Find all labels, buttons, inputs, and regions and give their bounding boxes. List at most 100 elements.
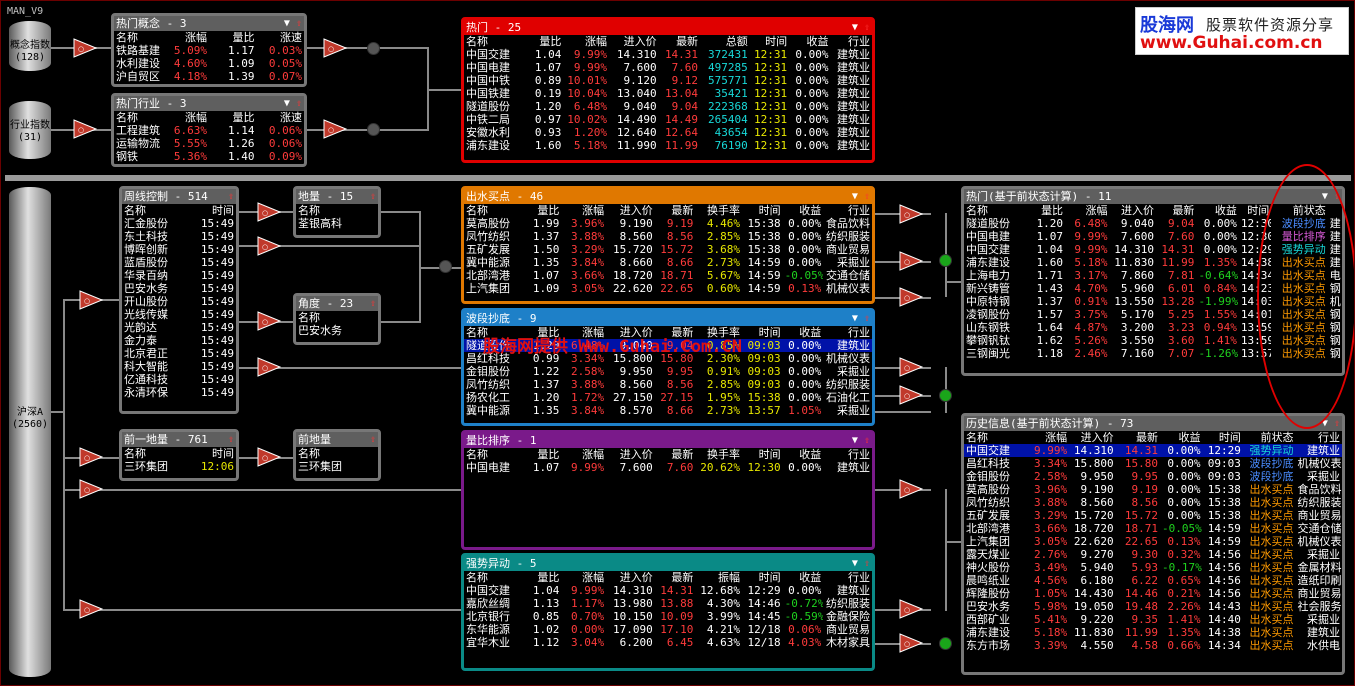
table-row[interactable]: 宜华木业 1.12 3.04% 6.200 6.45 4.63% 12/18 4.03% 木材家… — [464, 636, 872, 649]
table-row[interactable]: 北京君正 15:49 — [122, 347, 236, 360]
panel-header[interactable]: 周线控制 - 514 ⇧ — [122, 189, 236, 204]
table-row[interactable]: 光线传媒 15:49 — [122, 308, 236, 321]
panel-header[interactable]: 强势异动 - 5 ▼ ⇧ — [464, 556, 872, 571]
column-header[interactable]: 名称 — [464, 571, 523, 584]
column-header[interactable]: 名称 — [464, 448, 523, 461]
column-header[interactable]: 进入价 — [606, 448, 655, 461]
table-row[interactable]: 神火股份 3.49% 5.940 5.93 -0.17% 14:56 出水买点 金属材料 — [964, 561, 1342, 574]
column-header[interactable]: 进入价 — [606, 326, 655, 339]
panel-controls[interactable]: ▼ ⇧ — [284, 96, 302, 111]
table-row[interactable]: 五矿发展 3.29% 15.720 15.72 0.00% 15:38 出水买点 商业贸易 — [964, 509, 1342, 522]
column-header[interactable]: 量比 — [523, 204, 562, 217]
column-header[interactable]: 收益 — [783, 204, 824, 217]
table-row[interactable]: 冀中能源 1.35 3.84% 8.570 8.66 2.73% 13:57 1.05% 采掘业 — [464, 404, 872, 417]
column-header[interactable]: 收益 — [783, 448, 824, 461]
table-row[interactable]: 晨鸣纸业 4.56% 6.180 6.22 0.65% 14:56 出水买点 造纸印刷 — [964, 574, 1342, 587]
panel-ground-volume[interactable]: 地量 - 15 ⇧ 名称 荃银高科 — [293, 186, 381, 238]
filter-triangle-icon[interactable]: ○ — [257, 357, 281, 377]
column-header[interactable]: 量比 — [523, 326, 562, 339]
filter-triangle-icon[interactable]: ○ — [899, 479, 923, 499]
filter-triangle-icon[interactable]: ○ — [257, 202, 281, 222]
panel-controls[interactable]: ▼ ⇧ — [852, 311, 870, 326]
column-header[interactable]: 名称 — [464, 326, 523, 339]
panel-history[interactable]: 历史信息(基于前状态计算) - 73 ▼ ⇧ 名称 涨幅 进入价 最新 收益 时间 前状态 行业… — [961, 413, 1345, 675]
table-row[interactable]: 华录百纳 15:49 — [122, 269, 236, 282]
panel-header[interactable]: 地量 - 15 ⇧ — [296, 189, 378, 204]
table-row[interactable]: 凤竹纺织 3.88% 8.560 8.56 0.00% 15:38 出水买点 纺织服装 — [964, 496, 1342, 509]
table-row[interactable]: 隧道股份 1.20 6.48% 9.040 9.04 222368 12:31 0.00% 建筑… — [464, 100, 872, 113]
column-header[interactable]: 量比 — [524, 35, 563, 48]
table-row[interactable]: 隧道股份 1.20 6.48% 9.040 9.04 0.85% 09:03 0.00% 建筑业 — [464, 339, 872, 352]
column-header[interactable]: 涨幅 — [162, 111, 210, 124]
table-row[interactable]: 巴安水务 5.98% 19.050 19.48 2.26% 14:43 出水买点 社会服务 — [964, 600, 1342, 613]
panel-hot-industry[interactable]: 热门行业 - 3 ▼ ⇧ 名称 涨幅 量比 涨速 工程建筑 6.63% 1.14 0.06% 运输… — [111, 93, 307, 167]
column-header[interactable]: 名称 — [122, 204, 179, 217]
panel-breakout-buy[interactable]: 出水买点 - 46 ▼ ⇧ 名称 量比 涨幅 进入价 最新 换手率 时间 收益 行业 莫高股份 1.9… — [461, 186, 875, 304]
table-row[interactable]: 中国电建 1.07 9.99% 7.600 7.60 20.62% 12:30 0.00% 建筑… — [464, 461, 872, 474]
column-header[interactable]: 涨幅 — [561, 204, 606, 217]
panel-controls[interactable]: ▼ ⇧ — [852, 433, 870, 448]
panel-controls[interactable]: ▼ ⇧ — [852, 556, 870, 571]
column-header[interactable]: 进入价 — [606, 571, 655, 584]
table-row[interactable]: 开山股份 15:49 — [122, 295, 236, 308]
table-row[interactable]: 西部矿业 5.41% 9.220 9.35 1.41% 14:40 出水买点 采掘业 — [964, 613, 1342, 626]
filter-triangle-icon[interactable]: ○ — [899, 599, 923, 619]
column-header[interactable]: 时间 — [742, 204, 783, 217]
table-row[interactable]: 亿通科技 15:49 — [122, 373, 236, 386]
column-header[interactable]: 收益 — [1160, 431, 1202, 444]
column-header[interactable]: 涨幅 — [561, 571, 606, 584]
table-row[interactable]: 安徽水利 0.93 1.20% 12.640 12.64 43654 12:31 0.00% 建… — [464, 126, 872, 139]
panel-header[interactable]: 热门概念 - 3 ▼ ⇧ — [114, 16, 304, 31]
column-header[interactable]: 最新 — [655, 326, 696, 339]
panel-strong-movement[interactable]: 强势异动 - 5 ▼ ⇧ 名称 量比 涨幅 进入价 最新 振幅 时间 收益 行业 中国交建 1.04 9… — [461, 553, 875, 671]
column-header[interactable]: 名称 — [464, 35, 524, 48]
table-row[interactable]: 中国交建 1.04 9.99% 14.310 14.31 12.68% 12:29 0.00%… — [464, 584, 872, 597]
column-header[interactable]: 名称 — [114, 31, 162, 44]
column-header[interactable]: 量比 — [523, 571, 562, 584]
panel-controls[interactable]: ⇧ — [370, 432, 376, 447]
filter-triangle-icon[interactable]: ○ — [323, 119, 347, 139]
filter-triangle-icon[interactable]: ○ — [79, 599, 103, 619]
table-row[interactable]: 巴安水务 15:49 — [122, 282, 236, 295]
table-row[interactable]: 博晖创新 15:49 — [122, 243, 236, 256]
column-header[interactable]: 最新 — [655, 448, 696, 461]
table-row[interactable]: 北京银行 0.85 0.70% 10.150 10.09 3.99% 14:45 -0.59%… — [464, 610, 872, 623]
column-header[interactable]: 最新 — [655, 571, 696, 584]
table-row[interactable]: 冀中能源 1.35 3.84% 8.660 8.66 2.73% 14:59 0.00% 采掘业 — [464, 256, 872, 269]
filter-triangle-icon[interactable]: ○ — [899, 633, 923, 653]
column-header[interactable]: 进入价 — [1069, 431, 1115, 444]
panel-header[interactable]: 波段抄底 - 9 ▼ ⇧ — [464, 311, 872, 326]
filter-triangle-icon[interactable]: ○ — [257, 236, 281, 256]
filter-triangle-icon[interactable]: ○ — [899, 251, 923, 271]
table-row[interactable]: 北部湾港 1.07 3.66% 18.720 18.71 5.67% 14:59 -0.05%… — [464, 269, 872, 282]
table-row[interactable]: 露天煤业 2.76% 9.270 9.30 0.32% 14:56 出水买点 采掘业 — [964, 548, 1342, 561]
column-header[interactable]: 前状态 — [1243, 431, 1296, 444]
column-header[interactable]: 收益 — [783, 326, 824, 339]
column-header[interactable]: 涨幅 — [1065, 204, 1109, 217]
column-header[interactable]: 时间 — [1202, 431, 1242, 444]
panel-header[interactable]: 历史信息(基于前状态计算) - 73 ▼ ⇧ — [964, 416, 1342, 431]
table-row[interactable]: 金力泰 15:49 — [122, 334, 236, 347]
table-row[interactable]: 辉隆股份 1.05% 14.430 14.46 0.21% 14:56 出水买点 商业贸易 — [964, 587, 1342, 600]
table-row[interactable]: 中国中铁 0.89 10.01% 9.120 9.12 575771 12:31 0.00% 建… — [464, 74, 872, 87]
table-row[interactable]: 昌红科技 3.34% 15.800 15.80 0.00% 09:03 波段抄底 机械仪表 — [964, 457, 1342, 470]
table-row[interactable]: 永清环保 15:49 — [122, 386, 236, 399]
column-header[interactable]: 量比 — [209, 31, 257, 44]
source-industry-index[interactable]: 行业指数 (31) — [9, 101, 51, 159]
panel-header[interactable]: 出水买点 - 46 ▼ ⇧ — [464, 189, 872, 204]
table-row[interactable]: 凤竹纺织 1.37 3.88% 8.560 8.56 2.85% 09:03 0.00% 纺织服… — [464, 378, 872, 391]
panel-header[interactable]: 前一地量 - 761 ⇧ — [122, 432, 236, 447]
panel-controls[interactable]: ▼ ⇧ — [852, 20, 870, 35]
column-header[interactable]: 行业 — [823, 326, 872, 339]
panel-header[interactable]: 角度 - 23 ⇧ — [296, 296, 378, 311]
panel-hot-concept[interactable]: 热门概念 - 3 ▼ ⇧ 名称 涨幅 量比 涨速 铁路基建 5.09% 1.17 0.03% 水利… — [111, 13, 307, 87]
filter-triangle-icon[interactable]: ○ — [899, 204, 923, 224]
table-row[interactable]: 沪自贸区 4.18% 1.39 0.07% — [114, 70, 304, 83]
table-row[interactable]: 金钼股份 2.58% 9.950 9.95 0.00% 09:03 波段抄底 采掘业 — [964, 470, 1342, 483]
filter-triangle-icon[interactable]: ○ — [79, 479, 103, 499]
column-header[interactable]: 涨幅 — [563, 35, 609, 48]
table-row[interactable]: 蓝盾股份 15:49 — [122, 256, 236, 269]
column-header[interactable]: 时间 — [742, 448, 783, 461]
table-row[interactable]: 东华能源 1.02 0.00% 17.090 17.10 4.21% 12/18 0.06% 商… — [464, 623, 872, 636]
column-header[interactable]: 行业 — [823, 204, 872, 217]
